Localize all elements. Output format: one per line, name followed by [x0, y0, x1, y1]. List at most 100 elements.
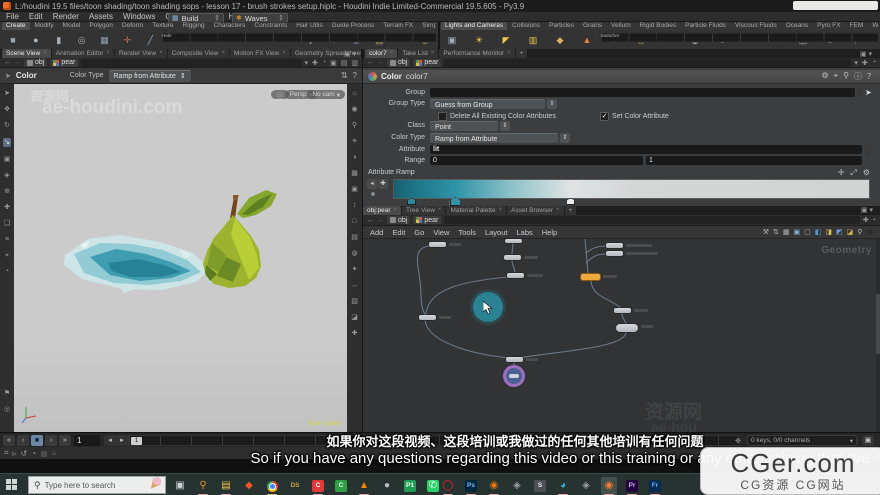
network-menu-item[interactable]: Help [542, 228, 557, 237]
forward-icon[interactable]: → [14, 59, 21, 66]
viewport-option-icon[interactable]: ◉ [351, 106, 357, 113]
shelf-tab[interactable]: Collisions [508, 22, 544, 30]
ramp-expand-icon[interactable]: ⤢ [850, 168, 856, 178]
stop-button[interactable]: ■ [31, 435, 43, 446]
path-field[interactable] [81, 59, 301, 67]
ramp-prev-icon[interactable]: ◂ [367, 179, 377, 189]
menu-item[interactable]: Windows [123, 12, 155, 21]
scene-viewport[interactable]: 资源网 ae-houdini.com ⓘ Persp▾ No cam▾ [14, 84, 347, 432]
node[interactable] [419, 315, 436, 320]
color-type-dropdown[interactable]: Ramp from Attribute [430, 133, 558, 143]
path-bar-icon[interactable]: ▤ [341, 59, 348, 67]
attribute-field[interactable]: lit [430, 145, 862, 154]
viewport-option-icon[interactable]: ◪ [351, 314, 358, 321]
pane-tab[interactable]: Material Palette× [446, 206, 506, 215]
viewport-option-icon[interactable]: ▤ [351, 234, 358, 241]
tool-strip-icon[interactable]: ▣ [4, 156, 11, 163]
Area Light[interactable]: ▥ Area Light [522, 30, 544, 49]
viewport-option-icon[interactable]: ⌂ [352, 90, 356, 97]
path-field[interactable] [444, 216, 860, 224]
ramp-plus-icon[interactable]: ✚ [378, 179, 388, 189]
tool-strip-icon[interactable]: ↘ [3, 138, 11, 147]
Geometry Light[interactable]: ◆ Geometry Light [549, 30, 571, 49]
info-icon[interactable]: ⓘ [854, 71, 862, 82]
selected-node[interactable] [581, 274, 600, 280]
back-icon[interactable]: ← [367, 217, 374, 224]
close-icon[interactable]: × [394, 206, 398, 215]
jump-start-button[interactable]: « [3, 435, 15, 446]
path-chip-obj[interactable]: obj [387, 59, 410, 67]
network-toolbar-icon[interactable]: ▣ [793, 228, 800, 236]
pane-tab-controls[interactable]: ▣ ▾ [860, 50, 875, 58]
pane-tab[interactable]: Take List× [398, 49, 438, 58]
shelf-tab[interactable]: Particles [545, 22, 578, 30]
shelf-tab[interactable]: Grains [579, 22, 606, 30]
playbar-option-icon[interactable]: ▹ [13, 449, 17, 458]
Point Light[interactable]: ☀ Point Light [468, 30, 490, 49]
group-field[interactable] [430, 88, 855, 97]
path-bar-icon[interactable]: ◔ [322, 59, 326, 67]
Camera[interactable]: ▣ Camera [441, 30, 463, 49]
play-button[interactable]: › [45, 435, 57, 446]
close-icon[interactable]: × [282, 49, 286, 58]
shelf-tab[interactable]: Characters [210, 22, 250, 30]
tool-strip-icon[interactable]: ◈ [4, 172, 9, 179]
pane-tab[interactable]: Tree View× [402, 206, 445, 215]
Line[interactable]: ╱ Line [139, 30, 161, 49]
Null[interactable]: ✛ Null [116, 30, 138, 49]
blender-icon[interactable]: ◉ [486, 477, 502, 495]
grey-app-icon[interactable]: ● [379, 477, 395, 495]
menu-dot-icon[interactable] [865, 145, 872, 155]
playbar-option-icon[interactable]: ≡ [52, 449, 57, 458]
help-icon[interactable]: ？ [867, 71, 875, 82]
shelf-tab[interactable]: FEM [846, 22, 868, 30]
close-icon[interactable]: × [499, 206, 503, 215]
back-icon[interactable]: ← [367, 59, 374, 66]
network-toolbar-icon[interactable]: ⇅ [773, 228, 779, 236]
red-c-app-icon[interactable]: C [310, 477, 326, 495]
gear-icon[interactable]: ⚙ [821, 71, 828, 82]
Sphere[interactable]: ● Sphere [25, 30, 47, 49]
tool-strip-icon[interactable]: ⚑ [4, 390, 10, 397]
ramp-settings-icon[interactable]: ⚙ [863, 168, 870, 178]
task-view-icon[interactable]: ▣ [172, 477, 188, 495]
shelf-tab[interactable]: Terrain FX [379, 22, 417, 30]
frame-marker[interactable]: 1 [131, 437, 142, 445]
close-icon[interactable]: × [106, 49, 110, 58]
opera-browser-icon[interactable]: ◯ [440, 477, 456, 495]
node[interactable] [614, 308, 631, 313]
shelf-tab[interactable]: Rigid Bodies [636, 22, 681, 30]
network-toolbar-icon[interactable]: ◪ [847, 228, 854, 236]
path-chip-obj[interactable]: obj [24, 59, 47, 67]
viewport-option-icon[interactable]: ◍ [351, 250, 357, 257]
viewport-option-icon[interactable]: ✦ [352, 266, 358, 273]
close-icon[interactable]: × [431, 49, 435, 58]
playbar-option-icon[interactable]: ▦ [40, 449, 48, 458]
plus-icon[interactable]: ✚ [863, 216, 869, 224]
tool-strip-icon[interactable]: ⊕ [4, 188, 10, 195]
pane-tab[interactable]: color7× [365, 49, 397, 58]
output-node-ring[interactable] [503, 365, 525, 387]
delete-color-attrs-checkbox[interactable] [438, 112, 447, 121]
chevron-updown-icon[interactable]: ⇕ [547, 99, 557, 109]
shelf-tab[interactable]: Lights and Cameras [441, 22, 507, 30]
shelf-tab[interactable]: Oceans [782, 22, 812, 30]
keys-info-dropdown[interactable]: 0 keys, 0/0 channels▾ [747, 435, 857, 446]
keys-lock-icon[interactable]: ✥ [735, 437, 741, 445]
shelf-tab[interactable]: Texture [148, 22, 177, 30]
node[interactable] [606, 251, 623, 256]
op-color-type-dropdown[interactable]: Ramp from Attribute ⇕ [109, 70, 191, 82]
sort-icon[interactable]: ⇅ [341, 71, 348, 80]
close-icon[interactable]: × [43, 49, 47, 58]
chevron-updown-icon[interactable]: ⇕ [560, 133, 570, 143]
close-icon[interactable]: × [556, 206, 560, 215]
premiere-icon[interactable]: Pr [624, 477, 640, 495]
Switcher[interactable]: ⇄ Switcher [846, 30, 868, 49]
tool-strip-icon[interactable]: ➤ [4, 90, 10, 97]
search-app-icon[interactable]: ⚲ [195, 477, 211, 495]
shelf-tab[interactable]: Guide Process [328, 22, 379, 30]
menu-item[interactable]: Assets [89, 12, 113, 21]
close-icon[interactable]: × [159, 49, 163, 58]
attribute-ramp-gradient[interactable] [393, 179, 870, 199]
Tube[interactable]: ▮ Tube [48, 30, 70, 49]
